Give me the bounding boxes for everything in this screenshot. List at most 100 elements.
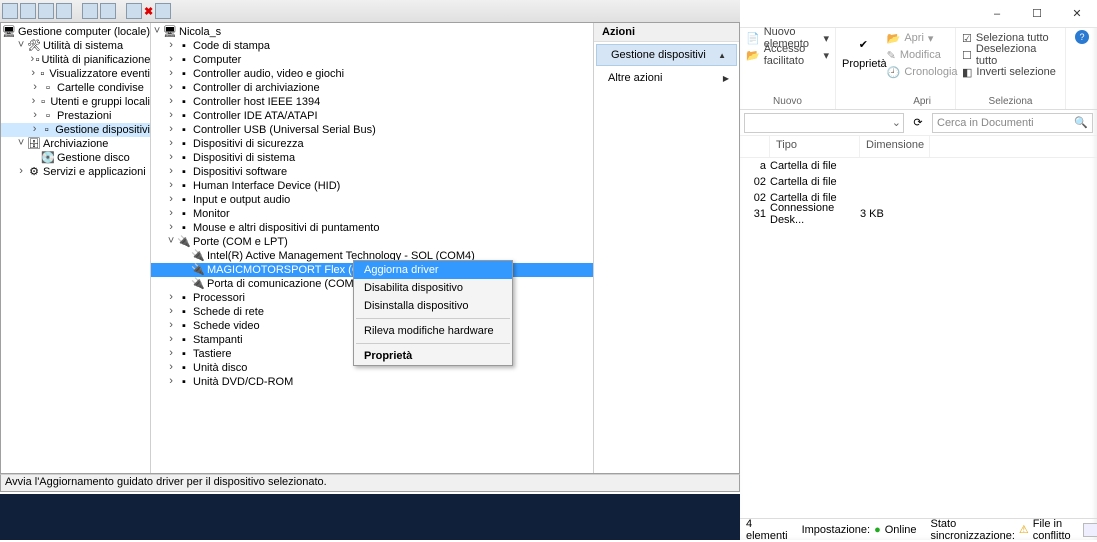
expand-toggle[interactable]: › <box>165 375 177 389</box>
easy-access-button[interactable]: 📂 Accesso facilitato ▾ <box>746 47 829 63</box>
col-type[interactable]: Tipo <box>770 136 860 157</box>
search-input[interactable]: Cerca in Documenti🔍 <box>932 113 1093 133</box>
expand-toggle[interactable]: › <box>29 109 41 123</box>
expand-toggle[interactable]: › <box>165 137 177 151</box>
expand-toggle[interactable]: › <box>165 95 177 109</box>
toolbar-icon[interactable] <box>126 3 142 19</box>
ctx-scan-hardware[interactable]: Rileva modifiche hardware <box>354 322 512 340</box>
expand-toggle[interactable]: › <box>165 179 177 193</box>
expand-toggle[interactable]: › <box>165 291 177 305</box>
expand-toggle[interactable]: › <box>165 39 177 53</box>
actions-header: Azioni <box>594 23 739 42</box>
expand-toggle[interactable]: › <box>165 123 177 137</box>
tree-root[interactable]: 🖥Gestione computer (locale) <box>1 25 150 39</box>
device-category[interactable]: ›▪Human Interface Device (HID) <box>151 179 593 193</box>
invert-selection-button[interactable]: ◧ Inverti selezione <box>962 64 1059 80</box>
expand-toggle[interactable]: › <box>165 319 177 333</box>
device-category[interactable]: ›▪Dispositivi software <box>151 165 593 179</box>
device-category[interactable]: ›▪Dispositivi di sistema <box>151 151 593 165</box>
expand-toggle[interactable]: › <box>165 151 177 165</box>
close-button[interactable]: ✕ <box>1057 0 1097 28</box>
ctx-update-driver[interactable]: Aggiorna driver <box>354 261 512 279</box>
tree-item[interactable]: ›▫Gestione dispositivi <box>1 123 150 137</box>
device-icon: ▪ <box>177 348 191 360</box>
ctx-properties[interactable]: Proprietà <box>354 347 512 365</box>
device-category[interactable]: ›▪Controller USB (Universal Serial Bus) <box>151 123 593 137</box>
actions-main[interactable]: Gestione dispositivi▲ <box>596 44 737 66</box>
expand-toggle[interactable]: › <box>165 165 177 179</box>
expand-toggle[interactable]: ˅ <box>165 235 177 249</box>
expand-toggle[interactable]: › <box>165 109 177 123</box>
expand-toggle[interactable]: ˅ <box>15 39 27 53</box>
tree-storage[interactable]: ˅🗄Archiviazione <box>1 137 150 151</box>
ctx-disable-device[interactable]: Disabilita dispositivo <box>354 279 512 297</box>
expand-toggle[interactable]: › <box>165 81 177 95</box>
col-size[interactable]: Dimensione <box>860 136 930 157</box>
expand-toggle[interactable]: › <box>165 207 177 221</box>
tree-item[interactable]: ›▫Utilità di pianificazione <box>1 53 150 67</box>
chevron-up-icon: ▲ <box>718 51 726 60</box>
expand-toggle[interactable]: ˅ <box>15 137 27 151</box>
toolbar-icon[interactable] <box>20 3 36 19</box>
column-headers[interactable]: Tipo Dimensione <box>740 136 1097 158</box>
expand-toggle[interactable]: › <box>165 53 177 67</box>
ctx-uninstall-device[interactable]: Disinstalla dispositivo <box>354 297 512 315</box>
list-item[interactable]: 02Cartella di file <box>740 174 1097 190</box>
tree-item[interactable]: ›▫Utenti e gruppi locali <box>1 95 150 109</box>
device-host[interactable]: ˅🖥Nicola_s <box>151 25 593 39</box>
expand-toggle[interactable]: › <box>29 53 36 67</box>
expand-toggle[interactable]: › <box>165 361 177 375</box>
device-category[interactable]: ›▪Computer <box>151 53 593 67</box>
actions-other[interactable]: Altre azioni▶ <box>594 68 739 88</box>
device-category[interactable]: ›▪Controller audio, video e giochi <box>151 67 593 81</box>
label: Mouse e altri dispositivi di puntamento <box>193 221 379 235</box>
device-category[interactable]: ›▪Dispositivi di sicurezza <box>151 137 593 151</box>
expand-toggle[interactable]: › <box>15 165 27 179</box>
expand-toggle[interactable]: › <box>165 67 177 81</box>
expand-toggle[interactable]: › <box>165 193 177 207</box>
deselect-all-button[interactable]: ☐ Deseleziona tutto <box>962 47 1059 63</box>
expand-toggle[interactable]: › <box>165 305 177 319</box>
expand-toggle[interactable]: › <box>165 347 177 361</box>
help-icon[interactable]: ? <box>1075 30 1089 44</box>
toolbar-icon[interactable] <box>38 3 54 19</box>
expand-toggle[interactable]: › <box>29 81 41 95</box>
expand-toggle[interactable]: › <box>29 67 37 81</box>
list-item[interactable]: 31Connessione Desk...3 KB <box>740 206 1097 222</box>
delete-icon[interactable]: ✖ <box>144 5 153 18</box>
minimize-button[interactable]: – <box>977 0 1017 28</box>
tree-item[interactable]: ›▫Cartelle condivise <box>1 81 150 95</box>
toolbar-icon[interactable] <box>56 3 72 19</box>
device-category[interactable]: ›▪Input e output audio <box>151 193 593 207</box>
toolbar-icon[interactable] <box>2 3 18 19</box>
refresh-icon[interactable]: ⟳ <box>908 116 928 129</box>
tree-item[interactable]: ›▫Prestazioni <box>1 109 150 123</box>
tree-item[interactable]: 💽Gestione disco <box>1 151 150 165</box>
list-item[interactable]: aCartella di file <box>740 158 1097 174</box>
expand-toggle[interactable]: › <box>29 123 40 137</box>
device-category[interactable]: ›▪Unità DVD/CD-ROM <box>151 375 593 389</box>
tree-utilities[interactable]: ˅🛠Utilità di sistema <box>1 39 150 53</box>
device-category[interactable]: ›▪Code di stampa <box>151 39 593 53</box>
tree-item[interactable]: ›▫Visualizzatore eventi <box>1 67 150 81</box>
chevron-down-icon[interactable]: ⌄ <box>892 116 901 129</box>
device-category[interactable]: ›▪Controller di archiviazione <box>151 81 593 95</box>
toolbar-icon[interactable] <box>100 3 116 19</box>
expand-toggle[interactable]: ˅ <box>151 25 163 39</box>
device-category[interactable]: ›▪Monitor <box>151 207 593 221</box>
expand-toggle[interactable]: › <box>165 333 177 347</box>
device-category[interactable]: ›▪Mouse e altri dispositivi di puntament… <box>151 221 593 235</box>
device-category-ports[interactable]: ˅🔌Porte (COM e LPT) <box>151 235 593 249</box>
address-bar[interactable]: ⌄ <box>744 113 904 133</box>
view-toggle[interactable] <box>1083 523 1097 537</box>
device-category[interactable]: ›▪Controller IDE ATA/ATAPI <box>151 109 593 123</box>
maximize-button[interactable]: ☐ <box>1017 0 1057 28</box>
expand-toggle[interactable]: › <box>29 95 38 109</box>
tree-services[interactable]: ›⚙Servizi e applicazioni <box>1 165 150 179</box>
toolbar-icon[interactable] <box>82 3 98 19</box>
expand-toggle[interactable]: › <box>165 221 177 235</box>
status-sync-label: Stato sincronizzazione: <box>931 518 1015 542</box>
device-category[interactable]: ›▪Controller host IEEE 1394 <box>151 95 593 109</box>
toolbar-icon[interactable] <box>155 3 171 19</box>
properties-button[interactable]: ✔ Proprietà <box>842 30 887 70</box>
